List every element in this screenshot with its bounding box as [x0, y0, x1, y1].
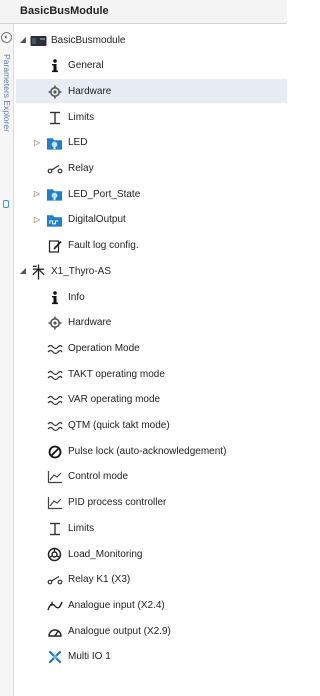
tree-item-label: LED_Port_State [68, 188, 141, 200]
parameters-explorer-tab[interactable]: Parameters Explorer [2, 54, 12, 214]
tree-item[interactable]: General [16, 54, 287, 78]
tree-item[interactable]: Hardware [16, 79, 287, 104]
limits-icon [46, 109, 63, 126]
tree-item[interactable]: Limits [16, 105, 287, 129]
expand-arrow-icon[interactable]: ▷ [32, 138, 42, 148]
tree-item[interactable]: VAR operating mode [16, 388, 287, 412]
tree-item-label: TAKT operating mode [68, 368, 165, 380]
tree-item-label: Analogue output (X2.9) [68, 625, 171, 637]
tree-item-label: Limits [68, 111, 95, 123]
tree-item-label: Limits [68, 522, 95, 534]
gear-icon [46, 315, 63, 332]
tree-item[interactable]: Relay [16, 157, 287, 181]
relay-icon [46, 161, 63, 178]
tree-item-label: VAR operating mode [68, 394, 161, 406]
tree-item[interactable]: PID process controller [16, 491, 287, 515]
tree-item[interactable]: Multi IO 1 [16, 645, 287, 669]
info-icon [46, 58, 63, 75]
waveform-icon [46, 418, 63, 435]
tree-item-label: Relay K1 (X3) [68, 574, 131, 586]
collapse-arrow-icon[interactable]: ◢ [18, 35, 28, 45]
led-folder-icon [46, 186, 63, 203]
gear-icon [46, 83, 63, 100]
tree-item[interactable]: Analogue input (X2.4) [16, 593, 287, 617]
limits-icon [46, 520, 63, 537]
line-chart-icon [46, 495, 63, 512]
tree-item[interactable]: Relay K1 (X3) [16, 568, 287, 592]
tree-item[interactable]: QTM (quick takt mode) [16, 414, 287, 438]
tree-item-label: Info [68, 291, 85, 303]
load-monitor-icon [46, 546, 63, 563]
pin-icon[interactable]: ◐ [1, 32, 12, 43]
tree-item-label: QTM (quick takt mode) [68, 420, 170, 431]
tree-item[interactable]: Operation Mode [16, 336, 287, 360]
explorer-tab-marker-icon [3, 200, 9, 208]
tree-item[interactable]: Load_Monitoring [16, 542, 287, 566]
info-icon [46, 289, 63, 306]
led-folder-icon [46, 135, 63, 152]
tree-item-label: X1_Thyro-AS [51, 265, 112, 277]
tree-item[interactable]: ▷ LED_Port_State [16, 182, 287, 206]
digital-output-folder-icon [46, 212, 63, 229]
multi-io-icon [46, 649, 63, 666]
relay-icon [46, 572, 63, 589]
waveform-icon [46, 340, 63, 357]
prohibited-icon [46, 443, 63, 460]
tree-item[interactable]: Pulse lock (auto-acknowledgement) [16, 439, 287, 463]
tree-item-label: LED [68, 137, 88, 149]
tree-item[interactable]: TAKT operating mode [16, 362, 287, 386]
tree-item-label: Hardware [68, 85, 112, 97]
tree-item[interactable]: ◢ X1_Thyro-AS [16, 259, 287, 283]
analogue-input-icon [46, 597, 63, 614]
thyristor-icon [30, 263, 47, 280]
side-panel-strip: ◐ Parameters Explorer [0, 24, 14, 696]
expand-arrow-icon[interactable]: ▷ [32, 189, 42, 199]
gauge-icon [46, 623, 63, 640]
tree-item-label: Load_Monitoring [68, 548, 143, 560]
waveform-icon [46, 366, 63, 383]
tree-item[interactable]: Control mode [16, 465, 287, 489]
edit-document-icon [46, 238, 63, 255]
tree-item-label: Analogue input (X2.4) [68, 599, 165, 611]
tree-item[interactable]: Limits [16, 516, 287, 540]
tree-item[interactable]: Fault log config. [16, 234, 287, 258]
tree-item[interactable]: ▷ DigitalOutput [16, 208, 287, 232]
window-title: BasicBusModule [20, 5, 109, 17]
tree-item-label: DigitalOutput [68, 214, 126, 226]
tree-item[interactable]: Info [16, 285, 287, 309]
tree-item[interactable]: Hardware [16, 311, 287, 335]
tree-item-label: Hardware [68, 317, 112, 329]
tree-item-label: Control mode [68, 471, 129, 483]
tree-item-label: Relay [68, 163, 94, 174]
tree-item-label: Operation Mode [68, 342, 140, 354]
tree-item[interactable]: ▷ LED [16, 131, 287, 155]
expand-arrow-icon[interactable]: ▷ [32, 215, 42, 225]
tree-item-label: Pulse lock (auto-acknowledgement) [68, 445, 227, 457]
tree-item-label: General [68, 60, 104, 72]
tree-item-label: PID process controller [68, 497, 167, 509]
collapse-arrow-icon[interactable]: ◢ [18, 266, 28, 276]
waveform-icon [46, 392, 63, 409]
tree-item[interactable]: ◢ BasicBusmodule [16, 28, 287, 52]
line-chart-icon [46, 469, 63, 486]
tree-item-label: BasicBusmodule [51, 34, 126, 46]
window-title-bar: BasicBusModule [0, 0, 287, 24]
tree-item[interactable]: Analogue output (X2.9) [16, 619, 287, 643]
tree-item-label: Multi IO 1 [68, 651, 111, 663]
tree-item-label: Fault log config. [68, 240, 139, 252]
module-board-icon [30, 32, 47, 49]
